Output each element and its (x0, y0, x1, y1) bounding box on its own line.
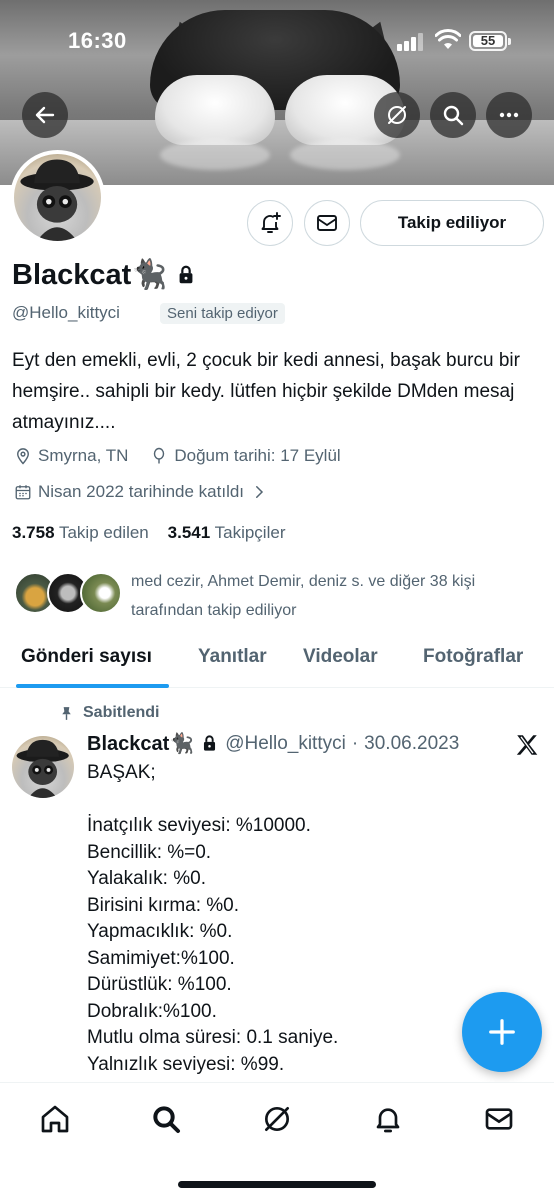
nav-notifications[interactable] (370, 1101, 406, 1137)
back-button[interactable] (22, 92, 68, 138)
pinned-text: Sabitlendi (83, 704, 160, 721)
search-icon (153, 1106, 180, 1133)
follows-you-badge: Seni takip ediyor (160, 303, 285, 324)
post-line: İnatçılık seviyesi: %10000. (87, 815, 311, 836)
lock-icon (180, 265, 193, 284)
post-line: Yalakalık: %0. (87, 868, 206, 889)
bell-icon (376, 1108, 400, 1133)
banner-cat-paw (155, 75, 275, 145)
nav-search[interactable] (148, 1101, 184, 1137)
post-line: Bencillik: %=0. (87, 841, 212, 863)
post-date[interactable]: 30.06.2023 (364, 733, 459, 755)
post-author-handle[interactable]: @Hello_kittyci (225, 733, 346, 755)
cat-in-hat-avatar-image (20, 159, 94, 241)
active-tab-indicator (16, 684, 169, 688)
message-button[interactable] (304, 200, 350, 246)
followers-link[interactable]: 3.541 Takipçiler (168, 523, 286, 542)
battery-icon: 55 (469, 31, 511, 51)
nav-home[interactable] (37, 1101, 73, 1137)
location-pin-icon (17, 448, 29, 465)
profile-handle: @Hello_kittyci (12, 303, 120, 322)
status-time: 16:30 (68, 28, 127, 53)
grok-icon (265, 1107, 289, 1131)
post-line: Yapmacıklık: %0. (87, 921, 233, 942)
profile-joined-row[interactable]: Nisan 2022 tarihinde katıldı (14, 482, 268, 502)
post-line: Birisini kırma: %0. (87, 894, 240, 916)
envelope-icon (317, 215, 337, 231)
tab-photos[interactable]: Fotoğraflar (423, 646, 523, 668)
compose-post-button[interactable] (462, 992, 542, 1072)
nav-messages[interactable] (481, 1101, 517, 1137)
balloon-icon (154, 447, 165, 464)
profile-tabs: Gönderi sayısı Yanıtlar Videolar Fotoğra… (0, 630, 554, 688)
banner-reflection (160, 140, 270, 170)
following-label: Takip edilen (58, 523, 149, 542)
post-line: Dobralık:%100. (87, 1000, 217, 1022)
post-line (87, 787, 527, 814)
profile-display-name: Blackcat🐈‍⬛ (12, 258, 197, 292)
home-indicator (178, 1181, 376, 1188)
tab-replies[interactable]: Yanıtlar (198, 646, 267, 668)
more-icon (499, 112, 519, 118)
post-line: BAŞAK; (87, 762, 156, 783)
following-count: 3.758 (12, 523, 55, 542)
grok-button[interactable] (374, 92, 420, 138)
post-line: Samimiyet:%100. (87, 947, 235, 969)
banner-reflection (290, 140, 400, 170)
chevron-right-icon (256, 486, 264, 498)
post-header: Blackcat🐈‍⬛ @Hello_kittyci · 30.06.2023 (87, 731, 459, 756)
profile-meta-row: Smyrna, TN Doğum tarihi: 17 Eylül (14, 446, 341, 466)
envelope-icon (485, 1108, 513, 1130)
profile-location: Smyrna, TN (38, 446, 129, 465)
post-line: Mutlu olma süresi: 0.1 saniye. (87, 1027, 339, 1048)
grok-icon (388, 106, 406, 124)
cellular-signal-icon (397, 33, 425, 51)
post-meta-separator: · (351, 732, 359, 754)
pinned-label: Sabitlendi (58, 704, 159, 722)
followers-label: Takipçiler (214, 523, 286, 542)
calendar-icon (15, 485, 31, 500)
more-button[interactable] (486, 92, 532, 138)
profile-avatar[interactable] (10, 150, 105, 245)
profile-bio: Eyt den emekli, evli, 2 çocuk bir kedi a… (12, 350, 520, 433)
post-line: Dürüstlük: %100. (87, 974, 232, 995)
profile-birthday: Doğum tarihi: 17 Eylül (174, 446, 341, 465)
following-link[interactable]: 3.758 Takip edilen (12, 523, 149, 542)
mutual-followers-avatars[interactable] (14, 572, 124, 616)
wifi-icon (435, 29, 461, 49)
post-author-name[interactable]: Blackcat🐈‍⬛ (87, 731, 194, 756)
profile-joined-date: Nisan 2022 tarihinde katıldı (38, 482, 245, 501)
status-bar: 16:30 55 (0, 0, 554, 80)
following-button[interactable]: Takip ediliyor (360, 200, 544, 246)
post-line: Yalnızlık seviyesi: %99. (87, 1053, 285, 1075)
plus-icon (489, 1019, 515, 1045)
home-icon (41, 1105, 69, 1133)
post-text: BAŞAK; İnatçılık seviyesi: %10000. Benci… (87, 760, 527, 1078)
display-name-text: Blackcat🐈‍⬛ (12, 259, 168, 291)
search-icon (443, 105, 464, 126)
search-button[interactable] (430, 92, 476, 138)
post-author-avatar[interactable] (12, 736, 74, 798)
tab-videos[interactable]: Videolar (303, 646, 378, 668)
follow-counts: 3.758 Takip edilen 3.541 Takipçiler (12, 523, 285, 543)
followers-count: 3.541 (167, 523, 211, 542)
bell-plus-icon (261, 212, 281, 233)
pin-icon (62, 706, 71, 720)
lock-icon (204, 735, 216, 751)
nav-grok[interactable] (259, 1101, 295, 1137)
tab-posts[interactable]: Gönderi sayısı (21, 646, 152, 668)
mutual-followers-text[interactable]: med cezir, Ahmet Demir, deniz s. ve diğe… (131, 567, 541, 625)
notify-button[interactable] (247, 200, 293, 246)
back-arrow-icon (35, 106, 55, 124)
cat-in-hat-avatar-image (16, 739, 69, 798)
avatar (80, 572, 122, 614)
x-logo-icon[interactable] (514, 732, 540, 758)
battery-level: 55 (473, 34, 503, 47)
